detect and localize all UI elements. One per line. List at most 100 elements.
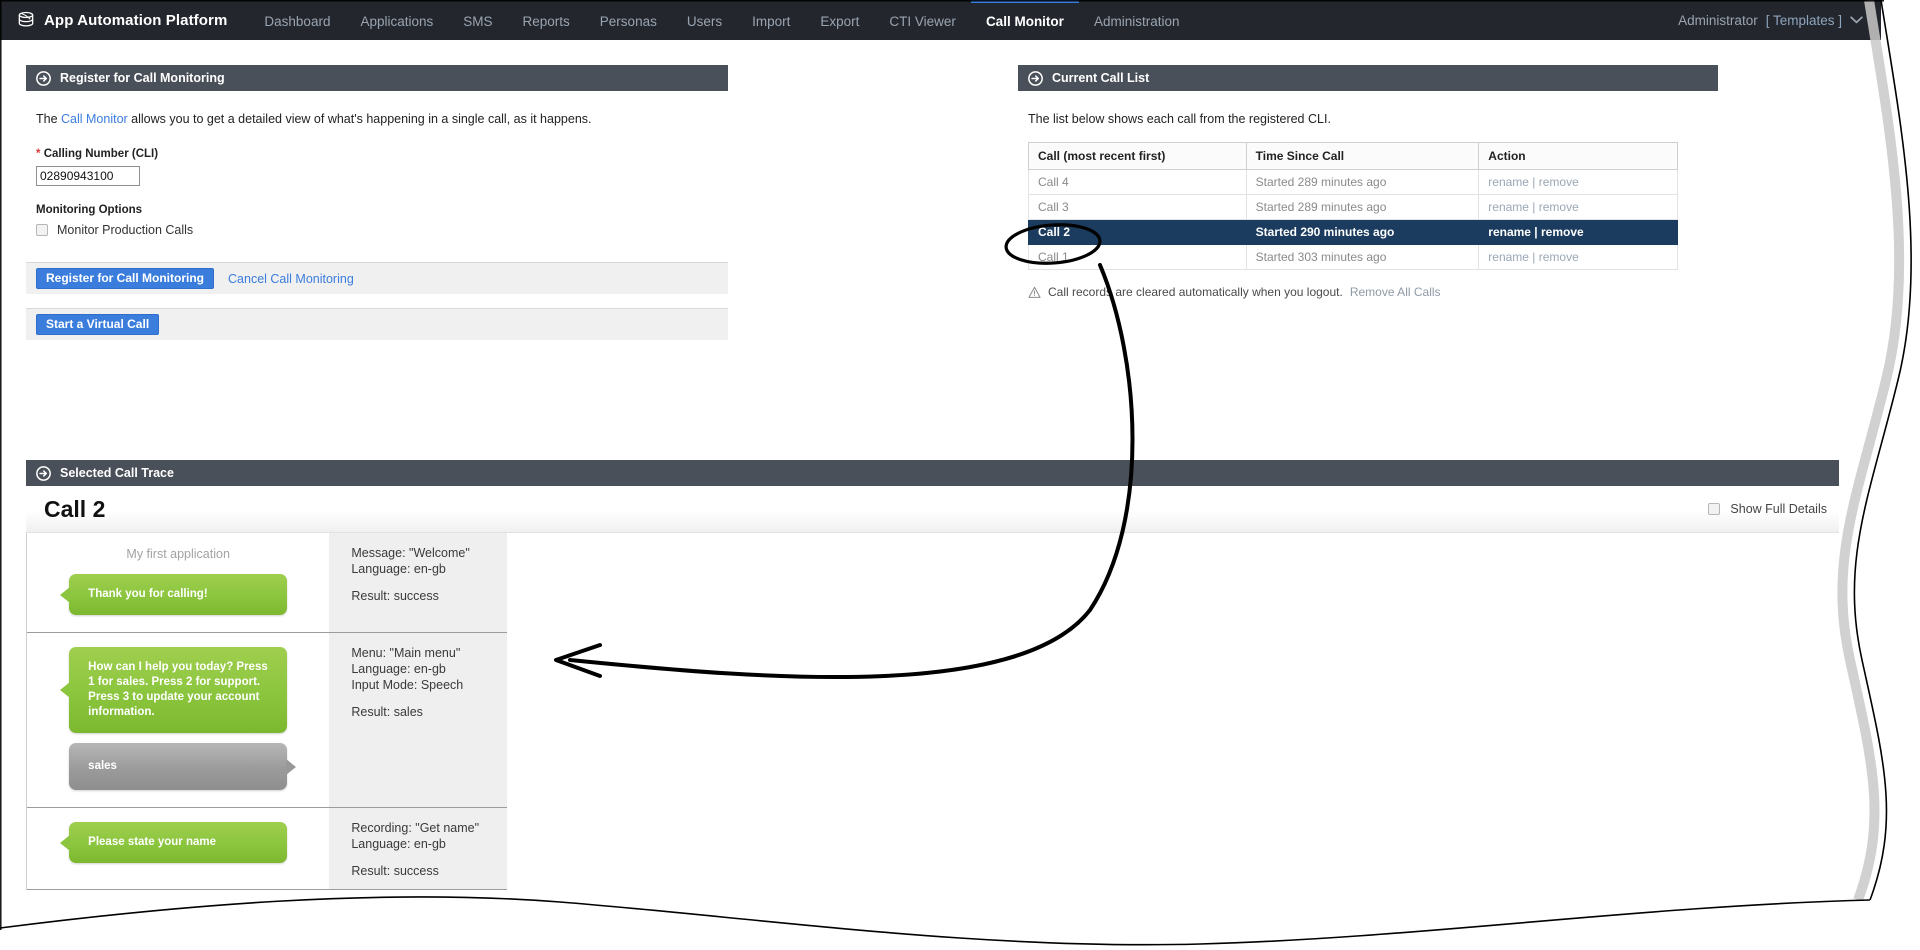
cell-action[interactable]: rename | remove [1478, 244, 1678, 270]
cli-label: Calling Number (CLI) [43, 148, 159, 160]
cell-action[interactable]: rename | remove [1478, 219, 1678, 245]
nav-item-import[interactable]: Import [737, 0, 805, 40]
column-header-action[interactable]: Action [1478, 142, 1678, 170]
call-monitor-link[interactable]: Call Monitor [61, 112, 128, 126]
cell-time: Started 303 minutes ago [1245, 244, 1480, 270]
table-row[interactable]: Call 1 Started 303 minutes ago rename | … [1028, 244, 1678, 270]
monitor-production-calls-checkbox[interactable] [36, 224, 48, 236]
show-full-details-label: Show Full Details [1730, 502, 1827, 516]
database-stack-icon [16, 10, 36, 30]
nav-label: Call Monitor [985, 14, 1064, 29]
nav-label: Export [820, 14, 860, 29]
nav-item-dashboard[interactable]: Dashboard [249, 0, 345, 40]
column-header-time-since-call[interactable]: Time Since Call [1245, 142, 1480, 170]
nav-label: SMS [463, 14, 493, 29]
start-a-virtual-call-button[interactable]: Start a Virtual Call [36, 314, 160, 335]
nav-label: Administration [1093, 14, 1180, 29]
table-row[interactable]: Call 3 Started 289 minutes ago rename | … [1028, 194, 1678, 220]
cell-action[interactable]: rename | remove [1478, 169, 1678, 195]
monitor-production-calls-row[interactable]: Monitor Production Calls [36, 223, 728, 237]
prompt-bubble: Thank you for calling! [60, 574, 288, 615]
rename-remove-links[interactable]: rename | remove [1488, 225, 1583, 239]
trace-title-bar: Call 2 Show Full Details [26, 486, 1839, 533]
trace-step-row: How can I help you today? Press 1 for sa… [27, 633, 507, 808]
nav-item-export[interactable]: Export [805, 0, 874, 40]
current-call-list-panel: Current Call List The list below shows e… [1018, 65, 1718, 299]
rename-remove-links[interactable]: rename | remove [1488, 250, 1579, 264]
cell-action[interactable]: rename | remove [1478, 194, 1678, 220]
column-header-call[interactable]: Call (most recent first) [1028, 142, 1247, 170]
table-row[interactable]: Call 4 Started 289 minutes ago rename | … [1028, 169, 1678, 195]
circle-arrow-right-icon [1028, 70, 1043, 86]
nav-label: CTI Viewer [889, 14, 956, 29]
virtual-call-action-bar: Start a Virtual Call [26, 308, 728, 340]
show-full-details-checkbox[interactable] [1708, 503, 1721, 515]
trace-step-details: Menu: "Main menu" Language: en-gb Input … [329, 633, 507, 807]
nav-item-reports[interactable]: Reports [508, 0, 585, 40]
nav-label: Import [752, 14, 791, 29]
user-menu[interactable]: Administrator [ Templates ] [1678, 0, 1881, 40]
register-for-call-monitoring-button[interactable]: Register for Call Monitoring [36, 268, 215, 289]
nav-label: Reports [522, 14, 570, 29]
rename-remove-links[interactable]: rename | remove [1488, 175, 1579, 189]
panel-title: Current Call List [1052, 71, 1150, 85]
nav-item-personas[interactable]: Personas [585, 0, 672, 40]
trace-step-row: Please state your name Recording: "Get n… [27, 808, 507, 890]
cancel-call-monitoring-link[interactable]: Cancel Call Monitoring [228, 272, 354, 286]
top-navigation-bar: App Automation Platform Dashboard Applic… [0, 0, 1881, 40]
selected-call-trace-panel: Selected Call Trace Call 2 Show Full Det… [26, 460, 1839, 890]
cell-call[interactable]: Call 4 [1028, 169, 1247, 195]
show-full-details-row[interactable]: Show Full Details [1708, 502, 1827, 516]
note-text: Call records are cleared automatically w… [1048, 285, 1343, 299]
detail-line: Menu: "Main menu" [351, 646, 461, 660]
user-context: [ Templates ] [1765, 12, 1842, 28]
nav-item-administration[interactable]: Administration [1079, 0, 1195, 40]
table-header-row: Call (most recent first) Time Since Call… [1028, 142, 1678, 170]
intro-suffix: allows you to get a detailed view of wha… [127, 112, 592, 126]
panel-header-register: Register for Call Monitoring [26, 65, 728, 91]
detail-line: Language: en-gb [351, 562, 446, 576]
call-list-intro: The list below shows each call from the … [1028, 112, 1331, 126]
application-name: My first application [126, 547, 230, 561]
cli-input[interactable] [36, 166, 140, 186]
nav-item-users[interactable]: Users [672, 0, 737, 40]
nav-item-call-monitor[interactable]: Call Monitor [970, 0, 1079, 40]
screenshot-root: App Automation Platform Dashboard Applic… [0, 0, 1920, 950]
cell-time: Started 290 minutes ago [1245, 219, 1480, 245]
intro-prefix: The [36, 112, 62, 126]
panel-header-call-list: Current Call List [1018, 65, 1718, 91]
cli-field-block: * Calling Number (CLI) [26, 126, 728, 186]
nav-label: Users [686, 14, 723, 29]
detail-result: Result: sales [351, 705, 423, 719]
rename-remove-links[interactable]: rename | remove [1488, 200, 1579, 214]
nav-item-sms[interactable]: SMS [448, 0, 507, 40]
panel-title: Selected Call Trace [60, 466, 174, 480]
nav-item-cti-viewer[interactable]: CTI Viewer [874, 0, 971, 40]
current-call-list-table: Call (most recent first) Time Since Call… [1028, 142, 1678, 270]
circle-arrow-right-icon [36, 70, 51, 86]
cell-call[interactable]: Call 3 [1028, 194, 1247, 220]
call-records-note: Call records are cleared automatically w… [1028, 285, 1718, 299]
remove-all-calls-link[interactable]: Remove All Calls [1350, 285, 1441, 299]
nav-item-applications[interactable]: Applications [345, 0, 448, 40]
trace-step-list: My first application Thank you for calli… [26, 533, 507, 890]
detail-line: Input Mode: Speech [351, 678, 464, 692]
detail-result: Result: success [351, 589, 439, 603]
cell-call[interactable]: Call 1 [1028, 244, 1247, 270]
nav-label: Personas [599, 14, 657, 29]
panel-title: Register for Call Monitoring [60, 71, 225, 85]
trace-step-details: Recording: "Get name" Language: en-gb Re… [329, 808, 507, 889]
brand[interactable]: App Automation Platform [0, 0, 249, 40]
panel-header-trace: Selected Call Trace [26, 460, 1839, 486]
register-panel-body: The Call Monitor allows you to get a det… [26, 91, 728, 340]
register-action-bar: Register for Call Monitoring Cancel Call… [26, 262, 728, 294]
cli-label-row: * Calling Number (CLI) [36, 148, 728, 160]
table-row-selected[interactable]: Call 2 Started 290 minutes ago rename | … [1028, 219, 1678, 245]
register-intro: The Call Monitor allows you to get a det… [26, 91, 728, 126]
reply-bubble: sales [69, 743, 297, 790]
cell-call[interactable]: Call 2 [1028, 219, 1247, 245]
trace-step-details: Message: "Welcome" Language: en-gb Resul… [329, 533, 507, 632]
cell-time: Started 289 minutes ago [1245, 169, 1480, 195]
register-for-call-monitoring-panel: Register for Call Monitoring The Call Mo… [26, 65, 728, 340]
prompt-bubble: Please state your name [60, 822, 288, 863]
